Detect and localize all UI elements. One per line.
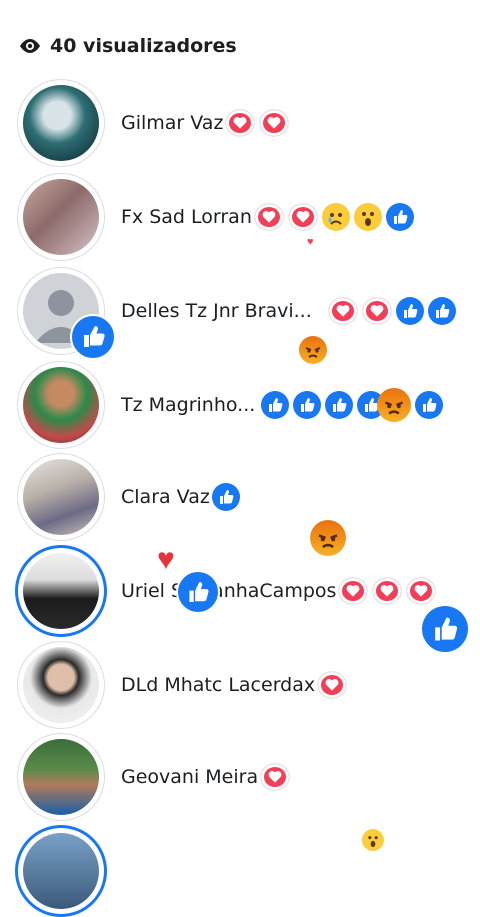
love-reaction-icon [406,577,437,605]
floating-angry-icon [299,336,327,364]
reaction-list [225,109,293,137]
avatar[interactable] [18,268,116,360]
reaction-list [211,483,244,511]
love-reaction-icon [338,577,369,605]
love-reaction-icon [287,203,318,231]
avatar[interactable] [18,362,104,448]
viewer-name[interactable]: Uriel SaldanhaCampos [121,580,336,602]
reaction-list [253,203,418,231]
love-reaction-icon [253,203,284,231]
like-reaction-icon [395,297,424,325]
reaction-list [338,577,440,605]
reaction-list [261,388,447,422]
viewer-name[interactable]: Clara Vaz [121,486,210,508]
like-reaction-icon [211,483,240,511]
viewer-row[interactable]: Tz Magrinho... [18,359,480,451]
floating-heart-icon: ♥ [157,543,175,576]
viewer-row[interactable]: Fx Sad Lorran [18,171,480,263]
like-reaction-icon [325,391,354,419]
love-reaction-icon [225,109,256,137]
sad-reaction-icon [321,203,350,231]
like-reaction-icon [293,391,322,419]
floating-like-icon [422,606,468,652]
viewer-row[interactable]: Delles Tz Jnr Bravi... [18,265,480,360]
like-reaction-icon [427,297,456,325]
viewers-header: 40 visualizadores [18,32,237,60]
love-reaction-icon [259,109,290,137]
love-reaction-icon [372,577,403,605]
love-reaction-icon [361,297,392,325]
viewer-name[interactable]: Gilmar Vaz [121,112,223,134]
like-badge-icon [70,314,116,360]
eye-icon [20,39,40,53]
avatar[interactable] [18,454,104,540]
reaction-list [317,671,351,699]
viewer-name[interactable]: Delles Tz Jnr Bravi... [121,300,312,322]
floating-angry-icon [310,520,346,556]
viewer-row[interactable]: DLd Mhatc Lacerdax [18,639,480,731]
floating-wow-icon [362,829,384,851]
viewer-name[interactable]: Fx Sad Lorran [121,206,252,228]
floating-heart-icon: ♥ [307,236,314,248]
avatar[interactable] [18,548,104,634]
like-reaction-icon [261,391,290,419]
reaction-list [327,297,460,325]
viewer-row[interactable]: Uriel SaldanhaCampos [18,545,480,637]
avatar[interactable] [18,828,104,914]
viewer-name[interactable]: DLd Mhatc Lacerdax [121,674,315,696]
like-reaction-icon [385,203,414,231]
wow-reaction-icon [353,203,382,231]
viewers-count: 40 visualizadores [50,35,237,57]
viewer-name[interactable]: Tz Magrinho... [121,394,255,416]
avatar[interactable] [18,734,104,820]
viewer-name[interactable]: Geovani Meira [121,766,258,788]
avatar[interactable] [18,80,104,166]
floating-like-icon [176,570,220,614]
reaction-list [260,763,294,791]
like-reaction-icon [415,391,444,419]
viewer-row[interactable]: Clara Vaz [18,451,480,543]
love-reaction-icon [327,297,358,325]
viewer-row[interactable]: Gilmar Vaz [18,77,480,169]
avatar[interactable] [18,642,104,728]
love-reaction-icon [260,763,291,791]
love-reaction-icon [317,671,348,699]
viewer-row[interactable] [18,825,480,917]
viewer-row[interactable]: Geovani Meira [18,731,480,823]
avatar[interactable] [18,174,104,260]
angry-reaction-icon [377,388,412,422]
